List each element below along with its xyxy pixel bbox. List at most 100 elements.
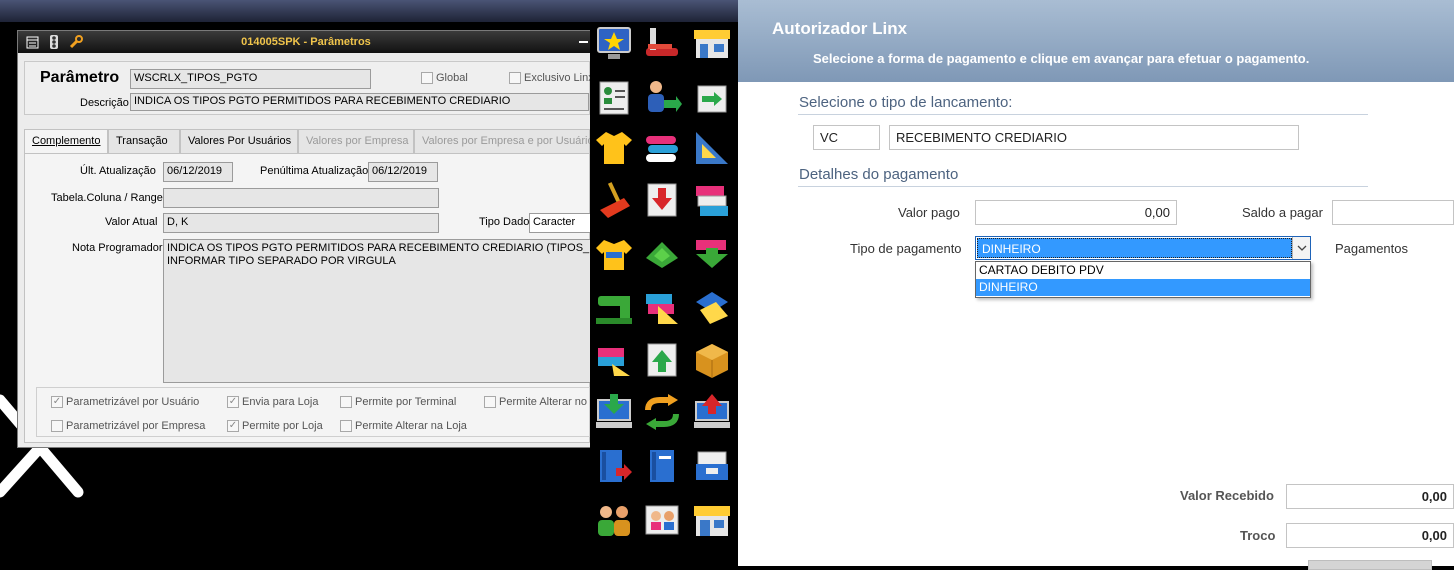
flag-parametrizavel-usuario[interactable]: ✓ Parametrizável por Usuário <box>51 396 199 408</box>
monitor-star-icon[interactable] <box>594 24 634 64</box>
tab-transacao[interactable]: Transação <box>108 129 180 153</box>
grid-icon[interactable] <box>24 34 40 50</box>
id-card-icon[interactable] <box>594 78 634 118</box>
stapler-icon[interactable] <box>642 24 682 64</box>
refresh-arrows-icon[interactable] <box>642 392 682 432</box>
ult-atualizacao-field[interactable]: 06/12/2019 <box>163 162 233 182</box>
tipo-pagamento-label: Tipo de pagamento <box>850 241 962 256</box>
minimize-button[interactable] <box>579 41 588 43</box>
dialog-title: Autorizador Linx <box>772 19 908 38</box>
ult-atualizacao-label: Últ. Atualização <box>80 165 156 177</box>
valor-recebido-label: Valor Recebido <box>1180 488 1274 503</box>
tab-bar: Complemento Transação Valores Por Usuári… <box>24 129 594 154</box>
nota-line-1: INDICA OS TIPOS PGTO PERMITIDOS PARA REC… <box>167 242 593 254</box>
green-arrow-box-icon[interactable] <box>692 234 732 274</box>
store-icon[interactable] <box>692 24 732 64</box>
window-titlebar[interactable]: 014005SPK - Parâmetros <box>18 31 594 53</box>
nota-programador-label: Nota Programador <box>72 242 163 254</box>
computer-up-icon[interactable] <box>692 392 732 432</box>
dropdown-option-dinheiro[interactable]: DINHEIRO <box>976 279 1310 296</box>
box-icon[interactable] <box>692 340 732 380</box>
cards-icon[interactable] <box>692 180 732 220</box>
section-divider <box>798 186 1368 187</box>
document-up-icon[interactable] <box>642 340 682 380</box>
section-divider <box>798 114 1368 115</box>
valor-recebido-field[interactable]: 0,00 <box>1286 484 1454 509</box>
shop-front-icon[interactable] <box>692 500 732 540</box>
saldo-a-pagar-field[interactable] <box>1332 200 1454 225</box>
flags-group: ✓ Parametrizável por Usuário ✓ Envia para … <box>36 387 597 437</box>
valor-pago-label: Valor pago <box>898 205 960 220</box>
avancar-button[interactable] <box>1308 560 1432 570</box>
shirt-icon[interactable] <box>594 128 634 168</box>
fabric-pencil-icon[interactable] <box>594 340 634 380</box>
pagamentos-label: Pagamentos <box>1335 241 1408 256</box>
valor-atual-field[interactable]: D, K <box>163 213 439 233</box>
launcher-icon-column <box>590 22 738 566</box>
computer-down-icon[interactable] <box>594 392 634 432</box>
flag-permite-alterar-loja[interactable]: Permite Alterar na Loja <box>340 420 467 432</box>
shirt-stack-icon[interactable] <box>594 234 634 274</box>
dropdown-toggle-button[interactable] <box>1292 237 1310 259</box>
flag-permite-por-terminal[interactable]: Permite por Terminal <box>340 396 456 408</box>
desktop-taskbar <box>0 0 740 22</box>
window-title: 014005SPK - Parâmetros <box>241 36 371 48</box>
tipo-pagamento-dropdown: CARTAO DEBITO PDV DINHEIRO <box>975 261 1311 298</box>
parametros-window: 014005SPK - Parâmetros Parâmetro WSCRLX_… <box>17 30 597 448</box>
people-icon[interactable] <box>594 500 634 540</box>
tipo-dado-field[interactable]: Caracter <box>529 213 591 233</box>
dropdown-option-cartao-debito[interactable]: CARTAO DEBITO PDV <box>976 262 1310 279</box>
chevron-down-icon <box>1297 245 1306 251</box>
drawer-arrow-icon[interactable] <box>692 78 732 118</box>
nota-programador-field[interactable]: INDICA OS TIPOS PGTO PERMITIDOS PARA REC… <box>163 239 593 383</box>
section-detalhes: Detalhes do pagamento <box>799 166 959 183</box>
book-arrow-icon[interactable] <box>594 446 634 486</box>
fabric-ruler-icon[interactable] <box>642 288 682 328</box>
sewing-machine-icon[interactable] <box>594 288 634 328</box>
flag-envia-para-loja[interactable]: ✓ Envia para Loja <box>227 396 318 408</box>
parametro-field[interactable]: WSCRLX_TIPOS_PGTO <box>130 69 371 89</box>
triangle-ruler-icon[interactable] <box>692 128 732 168</box>
nota-line-2: INFORMAR TIPO SEPARADO POR VIRGULA <box>167 255 396 267</box>
blueprint-icon[interactable] <box>692 288 732 328</box>
flag-parametrizavel-empresa[interactable]: Parametrizável por Empresa <box>51 420 205 432</box>
penultima-label: Penúltima Atualização <box>260 165 369 177</box>
tabela-coluna-label: Tabela.Coluna / Range <box>51 192 163 204</box>
book-icon[interactable] <box>642 446 682 486</box>
tabela-coluna-field[interactable] <box>163 188 439 208</box>
autorizador-dialog: Autorizador Linx Selecione a forma de pa… <box>738 0 1454 570</box>
person-arrow-icon[interactable] <box>642 78 682 118</box>
section-lancamento: Selecione o tipo de lancamento: <box>799 94 1013 111</box>
tipo-pagamento-select[interactable]: DINHEIRO <box>975 236 1311 260</box>
descricao-field[interactable]: INDICA OS TIPOS PGTO PERMITIDOS PARA REC… <box>130 93 589 111</box>
troco-field[interactable]: 0,00 <box>1286 523 1454 548</box>
tab-valores-por-empresa[interactable]: Valores por Empresa <box>298 129 414 153</box>
tipo-dado-label: Tipo Dado <box>479 216 530 228</box>
troco-label: Troco <box>1240 528 1276 543</box>
penultima-field[interactable]: 06/12/2019 <box>368 162 438 182</box>
tab-valores-por-usuarios[interactable]: Valores Por Usuários <box>180 129 298 153</box>
tab-valores-empresa-usuario[interactable]: Valores por Empresa e por Usuário <box>414 129 594 153</box>
valor-pago-field[interactable]: 0,00 <box>975 200 1177 225</box>
tab-complemento[interactable]: Complemento <box>24 129 108 154</box>
dialog-subtitle: Selecione a forma de pagamento e clique … <box>813 51 1310 66</box>
tipo-lancamento-desc-field[interactable]: RECEBIMENTO CREDIARIO <box>889 125 1299 150</box>
fabric-rolls-icon[interactable] <box>642 128 682 168</box>
exclusivo-linx-checkbox[interactable]: Exclusivo Linx <box>509 72 594 84</box>
saldo-a-pagar-label: Saldo a pagar <box>1242 205 1323 220</box>
inbox-arrow-icon[interactable] <box>642 180 682 220</box>
green-shapes-icon[interactable] <box>642 234 682 274</box>
parametro-header-box: Parâmetro WSCRLX_TIPOS_PGTO Global Exclu… <box>24 61 594 115</box>
traffic-light-icon[interactable] <box>46 34 62 50</box>
tipo-lancamento-code-field[interactable]: VC <box>813 125 880 150</box>
mail-stack-icon[interactable] <box>692 446 732 486</box>
flag-permite-alterar-terminal[interactable]: Permite Alterar no T <box>484 396 597 408</box>
descricao-label: Descrição <box>80 97 129 109</box>
flag-permite-por-loja[interactable]: ✓ Permite por Loja <box>227 420 323 432</box>
global-checkbox[interactable]: Global <box>421 72 468 84</box>
parametro-label: Parâmetro <box>40 69 120 86</box>
valor-atual-label: Valor Atual <box>105 216 158 228</box>
photo-id-icon[interactable] <box>642 500 682 540</box>
wrench-icon[interactable] <box>68 34 84 50</box>
paint-brush-icon[interactable] <box>594 180 634 220</box>
